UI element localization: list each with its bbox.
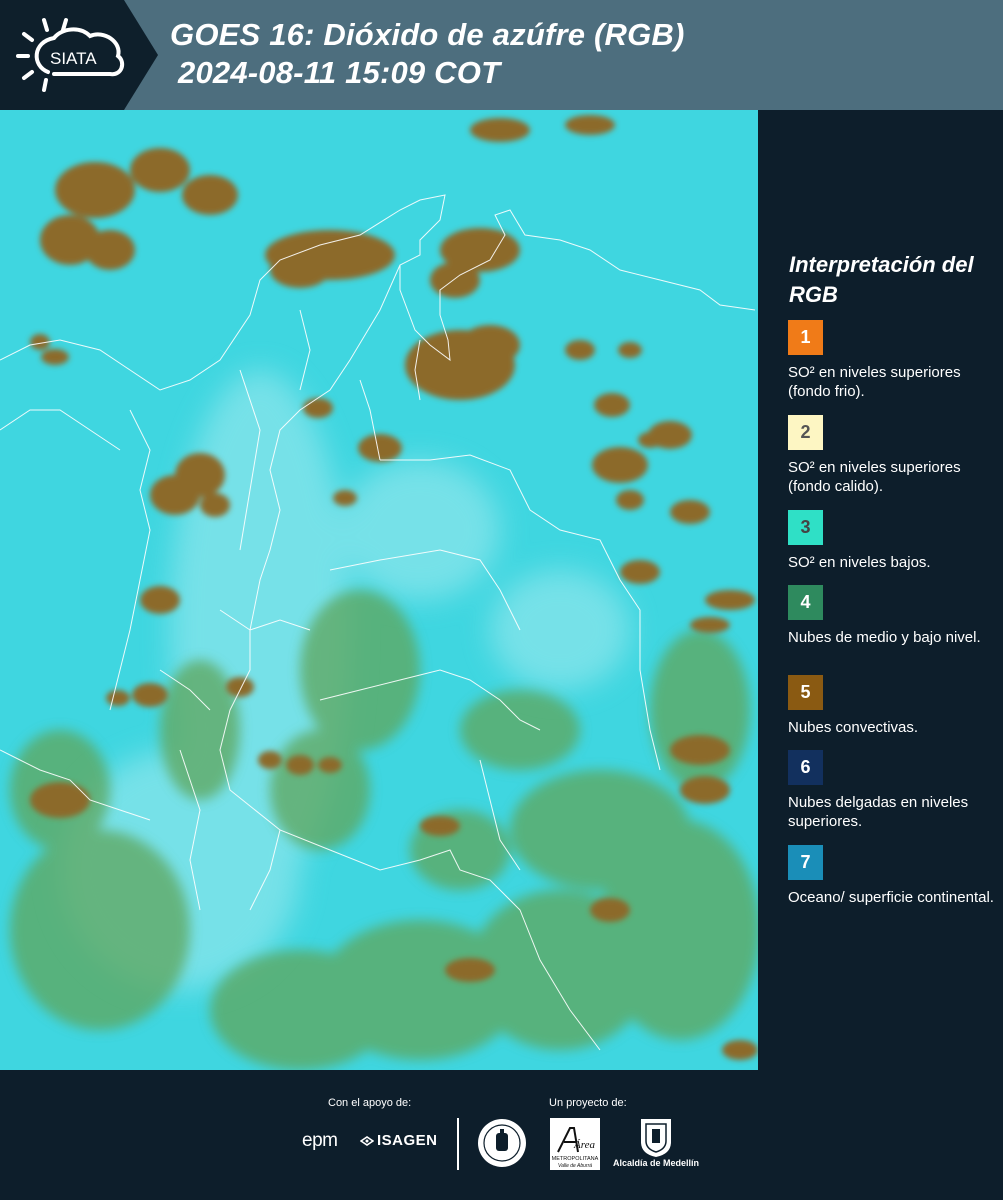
- legend-panel: Interpretación del RGB 1 SO² en niveles s…: [758, 110, 1003, 1070]
- epm-logo-text: epm: [302, 1130, 338, 1151]
- legend-item-2: 2 SO² en niveles superiores (fondo calido…: [788, 415, 998, 496]
- legend-title: Interpretación del RGB: [789, 252, 974, 307]
- area-logo-text: Área: [573, 1139, 595, 1151]
- area-metropolitana-logo: Área METROPOLITANA Valle de Aburrá: [550, 1118, 600, 1170]
- page-title: GOES 16: Dióxido de azúfre (RGB) 2024-08…: [170, 16, 685, 92]
- support-label: Con el apoyo de:: [328, 1097, 412, 1109]
- footer-bar: Con el apoyo de: Un proyecto de: epm ISA…: [0, 1070, 1003, 1200]
- legend-swatch: 5: [788, 675, 823, 710]
- university-seal-icon: [478, 1119, 526, 1167]
- legend-item-3: 3 SO² en niveles bajos.: [788, 510, 998, 572]
- header-bar: SIATA GOES 16: Dióxido de azúfre (RGB) 2…: [0, 0, 1003, 110]
- footer-divider: [457, 1118, 459, 1170]
- legend-item-7: 7 Oceano/ superficie continental.: [788, 845, 998, 907]
- alcaldia-shield-icon: [641, 1119, 671, 1157]
- legend-description: Nubes de medio y bajo nivel.: [788, 629, 981, 646]
- legend-swatch: 7: [788, 845, 823, 880]
- satellite-image: [0, 110, 758, 1070]
- isagen-logo: ISAGEN: [360, 1132, 438, 1149]
- legend-description: SO² en niveles superiores (fondo calido)…: [788, 459, 961, 495]
- satellite-map: [0, 110, 758, 1070]
- legend-description: Oceano/ superficie continental.: [788, 889, 994, 906]
- title-product: GOES 16: Dióxido de azúfre (RGB): [170, 17, 685, 52]
- legend-description: SO² en niveles superiores (fondo frio).: [788, 364, 961, 400]
- legend-swatch: 2: [788, 415, 823, 450]
- epm-logo: epm: [302, 1130, 338, 1152]
- project-label: Un proyecto de:: [549, 1097, 627, 1109]
- area-logo-subtext2: Valle de Aburrá: [558, 1163, 592, 1169]
- alcaldia-logo-text: Alcaldía de Medellín: [613, 1158, 700, 1168]
- legend-description: Nubes convectivas.: [788, 719, 919, 736]
- title-timestamp: 2024-08-11 15:09 COT: [178, 55, 501, 90]
- legend-item-1: 1 SO² en niveles superiores (fondo frio).: [788, 320, 998, 401]
- legend-item-4: 4 Nubes de medio y bajo nivel.: [788, 585, 998, 647]
- legend-swatch: 6: [788, 750, 823, 785]
- area-logo-subtext: METROPOLITANA: [552, 1156, 599, 1162]
- logo-tab: SIATA: [0, 0, 158, 110]
- siata-logo-text: SIATA: [50, 49, 97, 68]
- legend-swatch: 3: [788, 510, 823, 545]
- legend-description: SO² en niveles bajos.: [788, 554, 931, 571]
- isagen-logo-text: ISAGEN: [377, 1132, 438, 1149]
- legend-description: Nubes delgadas en niveles superiores.: [788, 794, 969, 830]
- siata-logo-icon: SIATA: [16, 18, 125, 92]
- legend-swatch: 1: [788, 320, 823, 355]
- legend-item-5: 5 Nubes convectivas.: [788, 675, 998, 737]
- legend-swatch: 4: [788, 585, 823, 620]
- isagen-mark-icon: [360, 1135, 374, 1146]
- legend-item-6: 6 Nubes delgadas en niveles superiores.: [788, 750, 998, 831]
